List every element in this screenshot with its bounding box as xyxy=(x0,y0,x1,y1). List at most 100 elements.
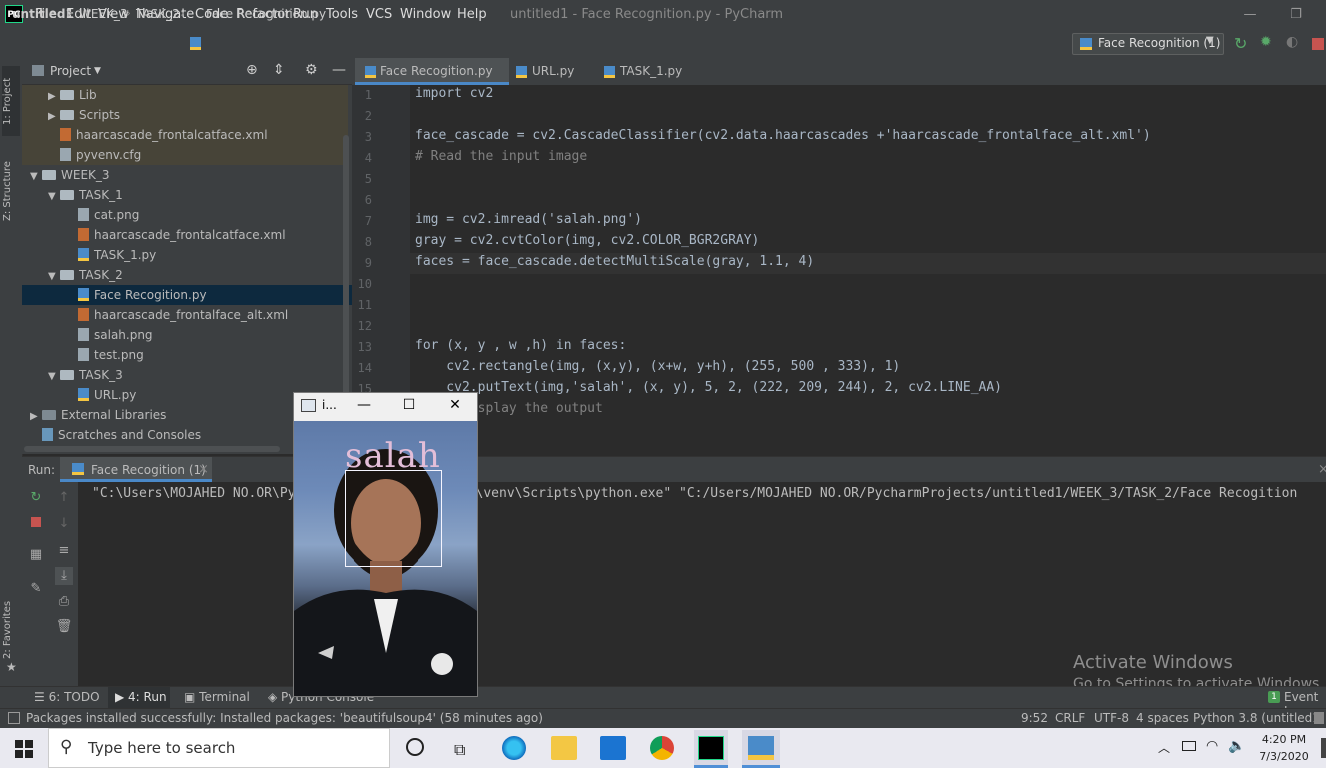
collapse-all-icon[interactable]: ⇕ xyxy=(273,62,285,78)
volume-icon[interactable]: 🔈 xyxy=(1228,738,1245,754)
star-icon[interactable]: ★ xyxy=(6,660,17,674)
notification-icon[interactable] xyxy=(1321,738,1326,758)
chevron-down-icon[interactable]: ▼ xyxy=(48,187,60,207)
chevron-down-icon[interactable]: ▼ xyxy=(48,367,60,387)
rerun-icon[interactable]: ↻ xyxy=(27,489,45,507)
task-view-icon[interactable]: ⧉ xyxy=(454,740,465,760)
clock-date[interactable]: 7/3/2020 xyxy=(1258,750,1310,763)
status-toggle-icon[interactable] xyxy=(8,712,20,724)
python-interpreter[interactable]: Python 3.8 (untitled1) xyxy=(1193,711,1325,725)
coverage-icon[interactable]: ◐ xyxy=(1286,34,1298,50)
tree-item[interactable]: salah.png xyxy=(66,325,153,345)
line-separator[interactable]: CRLF xyxy=(1055,711,1085,725)
code-line[interactable]: cv2.rectangle(img, (x,y), (x+w, y+h), (2… xyxy=(415,359,900,374)
tree-item[interactable]: ▼ TASK_2 xyxy=(48,265,123,285)
file-encoding[interactable]: UTF-8 xyxy=(1094,711,1129,725)
menu-vcs[interactable]: VCS xyxy=(366,7,392,22)
status-message[interactable]: Packages installed successfully: Install… xyxy=(26,711,543,725)
indent-setting[interactable]: 4 spaces xyxy=(1136,711,1189,725)
tree-item[interactable]: haarcascade_frontalcatface.xml xyxy=(66,225,286,245)
trash-icon[interactable]: 🗑 xyxy=(55,618,73,636)
battery-icon[interactable] xyxy=(1182,741,1196,751)
code-line[interactable]: import cv2 xyxy=(415,86,493,101)
print-icon[interactable]: ⎙ xyxy=(55,593,73,611)
caret-position[interactable]: 9:52 xyxy=(1021,711,1048,725)
tree-item[interactable]: test.png xyxy=(66,345,144,365)
chevron-right-icon[interactable]: ▶ xyxy=(48,87,60,107)
project-scrollbar[interactable] xyxy=(343,135,349,435)
maximize-icon[interactable]: ❐ xyxy=(1286,5,1306,25)
chevron-right-icon[interactable]: ▶ xyxy=(48,107,60,127)
pin-icon[interactable]: ✎ xyxy=(27,580,45,598)
run-close-icon[interactable]: × xyxy=(1318,462,1326,477)
wifi-icon[interactable]: ◠ xyxy=(1206,738,1218,754)
tab-structure[interactable]: Z: Structure xyxy=(2,152,20,230)
windows-start-icon[interactable] xyxy=(15,740,33,758)
tree-item[interactable]: cat.png xyxy=(66,205,139,225)
cortana-icon[interactable] xyxy=(406,738,424,756)
tree-item[interactable]: haarcascade_frontalcatface.xml xyxy=(48,125,268,145)
code-line[interactable]: cv2.putText(img,'salah', (x, y), 5, 2, (… xyxy=(415,380,1002,395)
lock-icon[interactable] xyxy=(1314,712,1324,724)
debug-icon[interactable]: ✹ xyxy=(1260,34,1272,50)
chevron-down-icon[interactable]: ▼ xyxy=(1206,35,1214,46)
tree-item[interactable]: ▶ Scripts xyxy=(48,105,120,125)
chevron-down-icon[interactable]: ▼ xyxy=(94,66,101,76)
clock-time[interactable]: 4:20 PM xyxy=(1258,733,1310,746)
tree-item[interactable]: TASK_1.py xyxy=(66,245,156,265)
breadcrumb-week3[interactable]: WEEK_3 xyxy=(79,7,128,21)
breadcrumb-project[interactable]: untitled1 xyxy=(12,7,74,21)
tree-item[interactable]: ▶ Lib xyxy=(48,85,97,105)
code-line[interactable]: faces = face_cascade.detectMultiScale(gr… xyxy=(415,254,814,269)
tab-favorites[interactable]: 2: Favorites xyxy=(2,598,20,662)
tree-item[interactable]: URL.py xyxy=(66,385,136,405)
menu-help[interactable]: Help xyxy=(457,7,487,22)
tree-item[interactable]: haarcascade_frontalface_alt.xml xyxy=(66,305,288,325)
close-icon[interactable]: × xyxy=(198,462,209,477)
tab-project[interactable]: 1: Project xyxy=(2,66,20,136)
up-arrow-icon[interactable]: ↑ xyxy=(55,489,73,507)
mail-icon[interactable] xyxy=(600,736,626,760)
menu-window[interactable]: Window xyxy=(400,7,451,22)
tree-item[interactable]: ▶ External Libraries xyxy=(30,405,166,425)
tab-face-recognition[interactable]: Face Recogition.py × xyxy=(355,58,509,105)
stop-icon[interactable] xyxy=(31,517,41,527)
minimize-icon[interactable]: — xyxy=(1240,5,1260,25)
chevron-right-icon[interactable]: ▶ xyxy=(30,407,42,427)
rerun-icon[interactable]: ↻ xyxy=(1234,34,1247,53)
down-arrow-icon[interactable]: ↓ xyxy=(55,515,73,533)
close-icon[interactable]: ✕ xyxy=(443,395,467,415)
tab-terminal[interactable]: ▣ Terminal xyxy=(184,690,250,704)
chevron-down-icon[interactable]: ▼ xyxy=(30,167,42,187)
tab-todo[interactable]: ☰ 6: TODO xyxy=(34,690,100,704)
project-panel-title[interactable]: Project xyxy=(50,64,91,78)
layout-icon[interactable]: ▦ xyxy=(27,546,45,564)
chevron-up-icon[interactable]: ︿ xyxy=(1158,739,1170,756)
menu-tools[interactable]: Tools xyxy=(326,7,358,22)
code-line[interactable]: # Read the input image xyxy=(415,149,587,164)
tab-task1[interactable]: TASK_1.py × xyxy=(596,58,696,105)
maximize-icon[interactable]: ☐ xyxy=(397,395,421,415)
breadcrumb-file[interactable]: Face Recognition.py xyxy=(206,7,326,21)
tab-run[interactable]: ▶ 4: Run xyxy=(115,690,167,704)
code-line[interactable]: gray = cv2.cvtColor(img, cv2.COLOR_BGR2G… xyxy=(415,233,759,248)
breadcrumb-task2[interactable]: TASK_2 xyxy=(136,7,180,21)
code-line[interactable]: img = cv2.imread('salah.png') xyxy=(415,212,642,227)
locate-icon[interactable]: ⊕ xyxy=(246,62,258,78)
tree-item[interactable]: pyvenv.cfg xyxy=(48,145,141,165)
tree-item[interactable]: Face Recogition.py xyxy=(66,285,207,305)
tree-item[interactable]: ▼ WEEK_3 xyxy=(30,165,110,185)
tree-item[interactable]: ▼ TASK_1 xyxy=(48,185,123,205)
tab-url[interactable]: URL.py × xyxy=(508,58,598,105)
edge-browser-icon[interactable] xyxy=(502,736,526,760)
stop-icon[interactable] xyxy=(1312,38,1324,50)
code-line[interactable]: for (x, y , w ,h) in faces: xyxy=(415,338,626,353)
tree-item[interactable]: ▼ TASK_3 xyxy=(48,365,123,385)
hide-icon[interactable]: — xyxy=(332,62,346,78)
soft-wrap-icon[interactable]: ≡ xyxy=(55,542,73,560)
chrome-icon[interactable] xyxy=(650,736,674,760)
tree-item[interactable]: Scratches and Consoles xyxy=(30,425,201,445)
project-hscrollbar[interactable] xyxy=(24,446,280,452)
gear-icon[interactable]: ⚙ xyxy=(305,62,318,78)
file-explorer-icon[interactable] xyxy=(551,736,577,760)
